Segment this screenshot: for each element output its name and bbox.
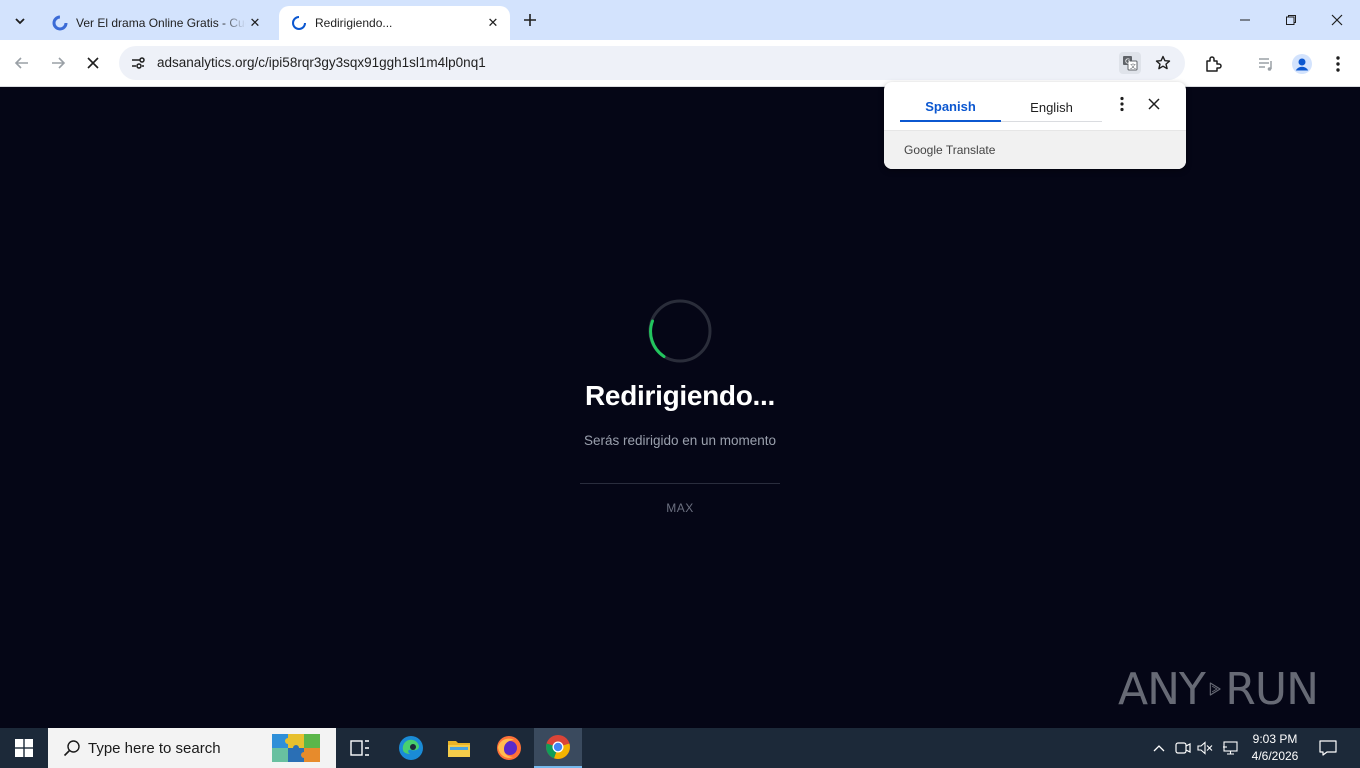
close-window-button[interactable] [1314, 0, 1360, 40]
chevron-up-icon [1153, 745, 1165, 752]
restore-icon [1286, 15, 1296, 25]
tab-redirecting[interactable]: Redirigiendo... ✕ [279, 6, 510, 40]
svg-text:文: 文 [1130, 63, 1136, 71]
clock-date: 4/6/2026 [1251, 749, 1299, 763]
watermark-left: ANY [1118, 663, 1206, 715]
tab-target-language[interactable]: English [1001, 92, 1102, 122]
close-tab-icon[interactable]: ✕ [246, 14, 264, 32]
taskbar-chrome[interactable] [534, 728, 582, 768]
close-icon [1148, 98, 1160, 110]
media-controls-icon[interactable] [1254, 52, 1278, 76]
taskbar-firefox[interactable] [485, 728, 533, 768]
language-tabs: Spanish English [900, 92, 1102, 122]
restore-button[interactable] [1268, 0, 1314, 40]
search-highlight-puzzle-icon [272, 734, 320, 762]
taskbar-clock[interactable]: 9:03 PM 4/6/2026 [1244, 731, 1306, 765]
search-placeholder: Type here to search [88, 739, 221, 757]
tab-cuevana[interactable]: Ver El drama Online Gratis - Cuevana ✕ [40, 6, 272, 40]
close-translate-button[interactable] [1144, 94, 1164, 114]
translate-icon[interactable]: G文 [1119, 52, 1141, 74]
extensions-icon[interactable] [1201, 52, 1225, 76]
page-subtitle: Serás redirigido en un momento [583, 433, 777, 448]
close-icon [87, 57, 99, 69]
chrome-icon [546, 735, 570, 759]
arrow-left-icon [14, 57, 28, 69]
camera-icon [1175, 742, 1191, 754]
minimize-button[interactable] [1222, 0, 1268, 40]
translate-footer: Google Translate [884, 130, 1186, 169]
start-button[interactable] [0, 728, 48, 768]
cuevana-favicon-icon [52, 15, 68, 31]
arrow-right-icon [52, 57, 66, 69]
address-bar[interactable]: adsanalytics.org/c/ipi58rqr3gy3sqx91ggh1… [119, 46, 1185, 80]
google-translate-label: Google Translate [904, 143, 996, 157]
taskbar: Type here to search 9:03 PM 4/6/2026 [0, 728, 1360, 768]
site-info-icon[interactable] [129, 54, 147, 72]
windows-logo-icon [15, 739, 33, 757]
bookmark-star-icon[interactable] [1153, 53, 1173, 73]
tray-meet-button[interactable] [1174, 728, 1192, 768]
search-icon [62, 738, 82, 758]
tab-title: Redirigiendo... [315, 16, 393, 30]
stop-loading-button[interactable] [78, 48, 108, 78]
task-view-button[interactable] [336, 728, 384, 768]
loading-spinner-icon [648, 299, 712, 363]
new-tab-button[interactable] [518, 8, 542, 32]
taskbar-file-explorer[interactable] [435, 728, 483, 768]
more-menu-icon[interactable] [1326, 52, 1350, 76]
url-text: adsanalytics.org/c/ipi58rqr3gy3sqx91ggh1… [157, 55, 486, 70]
taskbar-edge[interactable] [387, 728, 435, 768]
network-icon [1223, 741, 1238, 755]
play-logo-icon [1209, 682, 1221, 696]
page-heading: Redirigiendo... [585, 380, 775, 411]
notifications-button[interactable] [1316, 728, 1340, 768]
tab-source-language[interactable]: Spanish [900, 92, 1001, 122]
anyrun-watermark: ANY RUN [1118, 654, 1319, 724]
forward-button[interactable] [43, 48, 73, 78]
tab-search-button[interactable] [6, 7, 34, 35]
close-icon [1331, 14, 1343, 26]
watermark-right: RUN [1225, 663, 1319, 715]
edge-icon [399, 736, 423, 760]
show-hidden-icons-button[interactable] [1150, 728, 1168, 768]
brand-label: MAX [666, 501, 694, 515]
loading-spinner-icon [291, 15, 307, 31]
tray-network-button[interactable] [1221, 728, 1241, 768]
folder-icon [448, 741, 470, 757]
minimize-icon [1240, 19, 1250, 21]
tray-volume-button[interactable] [1196, 728, 1214, 768]
close-tab-icon[interactable]: ✕ [484, 14, 502, 32]
volume-muted-icon [1197, 741, 1213, 755]
back-button[interactable] [7, 48, 37, 78]
chevron-down-icon [15, 18, 25, 25]
browser-toolbar: adsanalytics.org/c/ipi58rqr3gy3sqx91ggh1… [0, 40, 1360, 87]
clock-time: 9:03 PM [1252, 732, 1298, 746]
firefox-icon [497, 736, 521, 760]
translate-options-icon[interactable] [1112, 94, 1132, 114]
taskbar-search-box[interactable]: Type here to search [48, 728, 336, 768]
tab-title: Ver El drama Online Gratis - Cuevana [76, 16, 246, 30]
translate-popup: Spanish English Google Translate [884, 82, 1186, 169]
profile-avatar-icon[interactable] [1290, 52, 1314, 76]
notification-icon [1319, 740, 1337, 756]
tab-strip: Ver El drama Online Gratis - Cuevana ✕ R… [0, 0, 1360, 40]
task-view-icon [350, 740, 369, 756]
plus-icon [524, 14, 536, 26]
divider [580, 483, 780, 484]
